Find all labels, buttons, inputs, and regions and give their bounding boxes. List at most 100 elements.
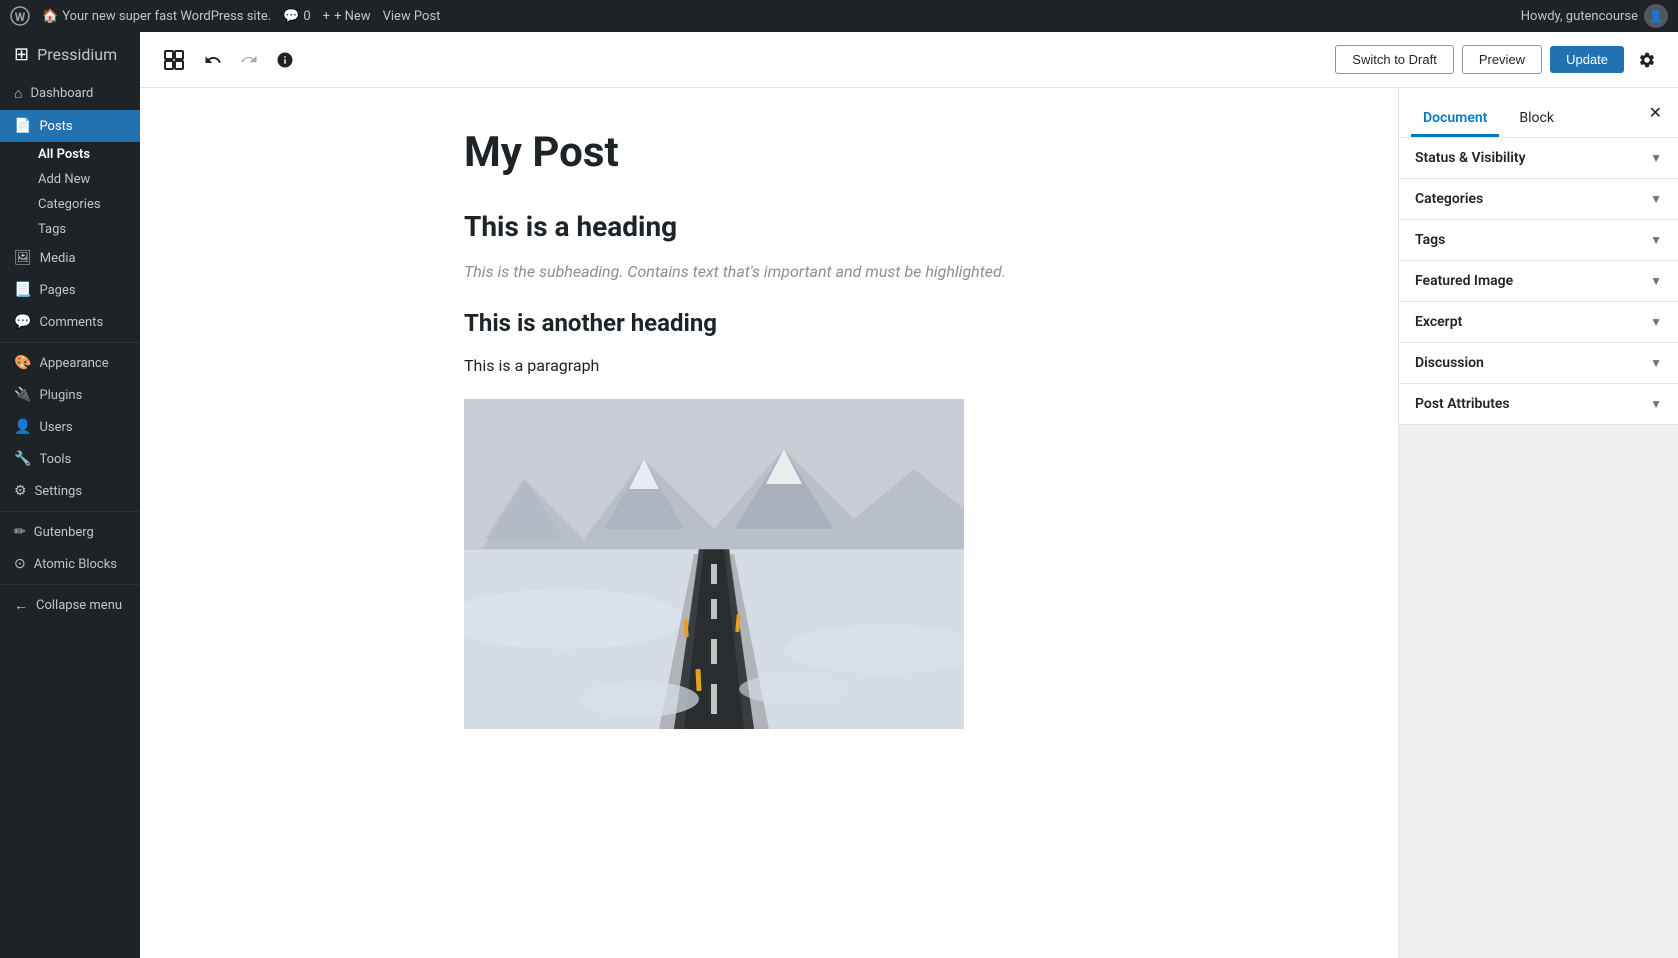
tab-document[interactable]: Document [1411,102,1499,137]
road-image-svg [464,399,964,729]
sidebar-label-appearance: Appearance [39,356,108,371]
user-avatar[interactable]: 👤 [1644,4,1668,28]
info-button[interactable] [270,45,300,75]
editor-area: Switch to Draft Preview Update My Post T… [140,32,1678,958]
chevron-down-icon-categories: ▼ [1650,192,1662,206]
panel-section-discussion-label: Discussion [1415,355,1484,371]
media-icon: 🖼 [14,250,32,266]
panel-tabs: Document Block ✕ [1399,88,1678,138]
sidebar-item-settings[interactable]: ⚙ Settings [0,475,140,507]
view-post-link[interactable]: View Post [383,9,441,24]
comments-icon: 💬 [283,9,299,24]
sidebar-label-pages: Pages [39,283,75,298]
panel-section-discussion-header[interactable]: Discussion ▼ [1399,343,1678,383]
panel-section-categories-label: Categories [1415,191,1483,207]
paragraph-block[interactable]: This is a paragraph [464,353,1074,379]
admin-bar: W 🏠 Your new super fast WordPress site. … [0,0,1678,32]
right-panel: Document Block ✕ Status & Visibility ▼ C… [1398,88,1678,958]
panel-section-post-attributes-header[interactable]: Post Attributes ▼ [1399,384,1678,424]
panel-section-excerpt-header[interactable]: Excerpt ▼ [1399,302,1678,342]
comments-link[interactable]: 💬 0 [283,9,311,24]
sidebar: ⊞ Pressidium ⌂ Dashboard 📄 Posts All Pos… [0,32,140,958]
image-block[interactable] [464,399,964,729]
sidebar-item-add-new[interactable]: Add New [28,167,140,192]
chevron-down-icon-discussion: ▼ [1650,356,1662,370]
site-name: Your new super fast WordPress site. [62,9,271,24]
sidebar-item-appearance[interactable]: 🎨 Appearance [0,347,140,379]
panel-section-tags-header[interactable]: Tags ▼ [1399,220,1678,260]
panel-content: Status & Visibility ▼ Categories ▼ Tags [1399,138,1678,958]
comments-count: 0 [303,9,310,24]
plus-icon: + [323,9,330,24]
tab-block[interactable]: Block [1507,102,1566,137]
panel-section-post-attributes-label: Post Attributes [1415,396,1510,412]
sidebar-item-tags[interactable]: Tags [28,217,140,242]
sidebar-item-media[interactable]: 🖼 Media [0,242,140,274]
panel-section-post-attributes: Post Attributes ▼ [1399,384,1678,425]
add-block-button[interactable] [156,42,192,78]
wp-logo-link[interactable]: W [10,6,30,26]
brand-icon: ⊞ [14,44,29,65]
sidebar-label-atomic-blocks: Atomic Blocks [34,557,117,572]
redo-button[interactable] [234,45,264,75]
settings-icon: ⚙ [14,483,27,499]
settings-gear-icon [1638,51,1656,69]
panel-empty-space [1399,425,1678,725]
panel-section-featured-image: Featured Image ▼ [1399,261,1678,302]
sidebar-item-dashboard[interactable]: ⌂ Dashboard [0,77,140,110]
sidebar-label-dashboard: Dashboard [30,86,93,101]
panel-close-button[interactable]: ✕ [1645,99,1666,127]
plugins-icon: 🔌 [14,387,31,403]
heading-block-2[interactable]: This is another heading [464,309,1074,337]
sidebar-brand[interactable]: ⊞ Pressidium [0,32,140,77]
panel-section-featured-image-header[interactable]: Featured Image ▼ [1399,261,1678,301]
sidebar-item-atomic-blocks[interactable]: ⊙ Atomic Blocks [0,548,140,580]
sidebar-label-tools: Tools [39,452,71,467]
sidebar-item-tools[interactable]: 🔧 Tools [0,443,140,475]
chevron-down-icon: ▼ [1650,151,1662,165]
settings-panel-button[interactable] [1632,45,1662,75]
posts-icon: 📄 [14,118,31,134]
switch-draft-button[interactable]: Switch to Draft [1335,45,1454,74]
chevron-down-icon-tags: ▼ [1650,233,1662,247]
panel-section-discussion: Discussion ▼ [1399,343,1678,384]
panel-section-status-label: Status & Visibility [1415,150,1526,166]
new-label: + New [334,9,371,24]
sidebar-divider-1 [0,342,140,343]
panel-section-status-header[interactable]: Status & Visibility ▼ [1399,138,1678,178]
pages-icon: 📃 [14,282,31,298]
update-button[interactable]: Update [1550,46,1624,73]
redo-icon [240,51,258,69]
info-icon [276,51,294,69]
panel-section-tags-label: Tags [1415,232,1445,248]
sidebar-item-gutenberg[interactable]: ✏ Gutenberg [0,516,140,548]
sidebar-item-users[interactable]: 👤 Users [0,411,140,443]
panel-section-tags: Tags ▼ [1399,220,1678,261]
sidebar-label-collapse: Collapse menu [36,598,122,613]
sidebar-item-plugins[interactable]: 🔌 Plugins [0,379,140,411]
panel-section-categories-header[interactable]: Categories ▼ [1399,179,1678,219]
chevron-down-icon-featured: ▼ [1650,274,1662,288]
sidebar-item-posts[interactable]: 📄 Posts [0,110,140,142]
sidebar-item-collapse[interactable]: ← Collapse menu [0,589,140,622]
appearance-icon: 🎨 [14,355,31,371]
sidebar-item-comments[interactable]: 💬 Comments [0,306,140,338]
heading-block-1[interactable]: This is a heading [464,210,1074,243]
subheading-block[interactable]: This is the subheading. Contains text th… [464,259,1074,285]
undo-button[interactable] [198,45,228,75]
gutenberg-icon: ✏ [14,524,26,540]
sidebar-label-plugins: Plugins [39,388,82,403]
preview-button[interactable]: Preview [1462,45,1542,74]
post-title[interactable]: My Post [464,128,1074,178]
sidebar-item-pages[interactable]: 📃 Pages [0,274,140,306]
sidebar-label-comments: Comments [39,315,103,330]
sidebar-item-categories[interactable]: Categories [28,192,140,217]
site-name-link[interactable]: 🏠 Your new super fast WordPress site. [42,9,271,24]
panel-section-status: Status & Visibility ▼ [1399,138,1678,179]
editor-scroll-area[interactable]: My Post This is a heading This is the su… [140,88,1398,958]
new-content-link[interactable]: + + New [323,9,371,24]
comments-menu-icon: 💬 [14,314,31,330]
view-post-label: View Post [383,9,441,24]
dashboard-icon: ⌂ [14,85,22,102]
sidebar-item-all-posts[interactable]: All Posts [28,142,140,167]
